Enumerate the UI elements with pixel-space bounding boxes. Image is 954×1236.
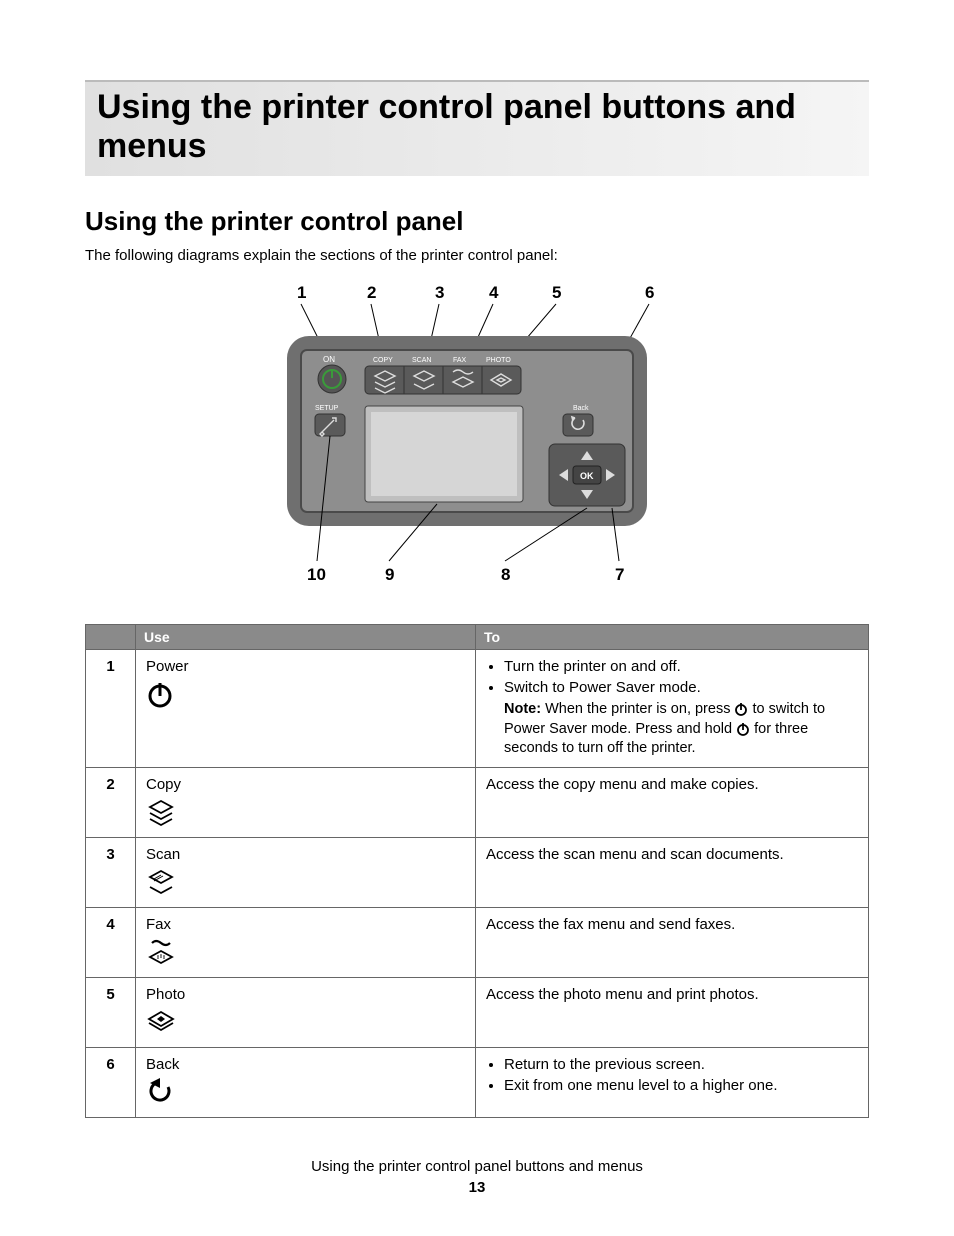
callout-8: 8: [501, 565, 510, 584]
intro-text: The following diagrams explain the secti…: [85, 247, 869, 264]
control-table: Use To 1 Power: [85, 624, 869, 1118]
page-title: Using the printer control panel buttons …: [97, 88, 857, 166]
copy-icon: [146, 797, 176, 827]
footer-page: 13: [85, 1179, 869, 1196]
row-use-label: Fax: [146, 916, 171, 933]
table-row: 4 Fax Access the fax menu and send faxes…: [86, 907, 869, 977]
th-to: To: [476, 625, 869, 650]
row-to-bullet: Switch to Power Saver mode.: [504, 679, 858, 696]
row-to-text: Access the fax menu and send faxes.: [476, 907, 869, 977]
panel-label-back: Back: [573, 405, 589, 412]
photo-icon: [146, 1007, 176, 1033]
panel-label-photo: PHOTO: [486, 357, 511, 364]
row-use-label: Copy: [146, 776, 181, 793]
row-num: 5: [86, 977, 136, 1047]
row-to-bullet: Exit from one menu level to a higher one…: [504, 1077, 858, 1094]
control-panel-diagram: 1 2 3 4 5 6 ON COP: [187, 276, 767, 596]
row-use-label: Photo: [146, 986, 185, 1003]
row-num: 1: [86, 650, 136, 768]
row-to-bullet: Return to the previous screen.: [504, 1056, 858, 1073]
callout-5: 5: [552, 283, 561, 302]
callout-4: 4: [489, 283, 499, 302]
callout-2: 2: [367, 283, 376, 302]
row-num: 6: [86, 1047, 136, 1117]
panel-label-scan: SCAN: [412, 357, 431, 364]
section-title: Using the printer control panel: [85, 206, 869, 237]
panel-label-copy: COPY: [373, 357, 393, 364]
table-row: 6 Back Return to the previous screen. Ex…: [86, 1047, 869, 1117]
row-use-label: Power: [146, 658, 189, 675]
callout-3: 3: [435, 283, 444, 302]
panel-label-on: ON: [323, 355, 335, 364]
panel-label-ok: OK: [580, 471, 594, 481]
callout-6: 6: [645, 283, 654, 302]
row-to-text: Access the photo menu and print photos.: [476, 977, 869, 1047]
row-to-text: Access the scan menu and scan documents.: [476, 837, 869, 907]
table-row: 2 Copy Access the copy menu and make cop…: [86, 767, 869, 837]
th-num: [86, 625, 136, 650]
row-note: Note: When the printer is on, press to s…: [504, 700, 858, 759]
row-num: 3: [86, 837, 136, 907]
table-row: 5 Photo Access the photo menu and print …: [86, 977, 869, 1047]
panel-label-setup: SETUP: [315, 405, 339, 412]
page-footer: Using the printer control panel buttons …: [85, 1158, 869, 1196]
power-icon: [736, 722, 750, 736]
fax-icon: [146, 937, 176, 969]
page-title-block: Using the printer control panel buttons …: [85, 80, 869, 176]
power-icon: [734, 702, 748, 716]
th-use: Use: [136, 625, 476, 650]
row-num: 4: [86, 907, 136, 977]
callout-9: 9: [385, 565, 394, 584]
row-use-label: Back: [146, 1056, 179, 1073]
power-icon: [146, 679, 174, 709]
scan-icon: [146, 867, 176, 897]
back-icon: [146, 1077, 176, 1105]
row-num: 2: [86, 767, 136, 837]
row-use-label: Scan: [146, 846, 180, 863]
panel-label-fax: FAX: [453, 357, 467, 364]
callout-7: 7: [615, 565, 624, 584]
row-to-text: Access the copy menu and make copies.: [476, 767, 869, 837]
callout-10: 10: [307, 565, 326, 584]
callout-1: 1: [297, 283, 306, 302]
table-row: 3 Scan Access the scan menu and scan doc…: [86, 837, 869, 907]
row-to-bullet: Turn the printer on and off.: [504, 658, 858, 675]
table-row: 1 Power Turn the printer on and off. Swi…: [86, 650, 869, 768]
footer-title: Using the printer control panel buttons …: [85, 1158, 869, 1175]
